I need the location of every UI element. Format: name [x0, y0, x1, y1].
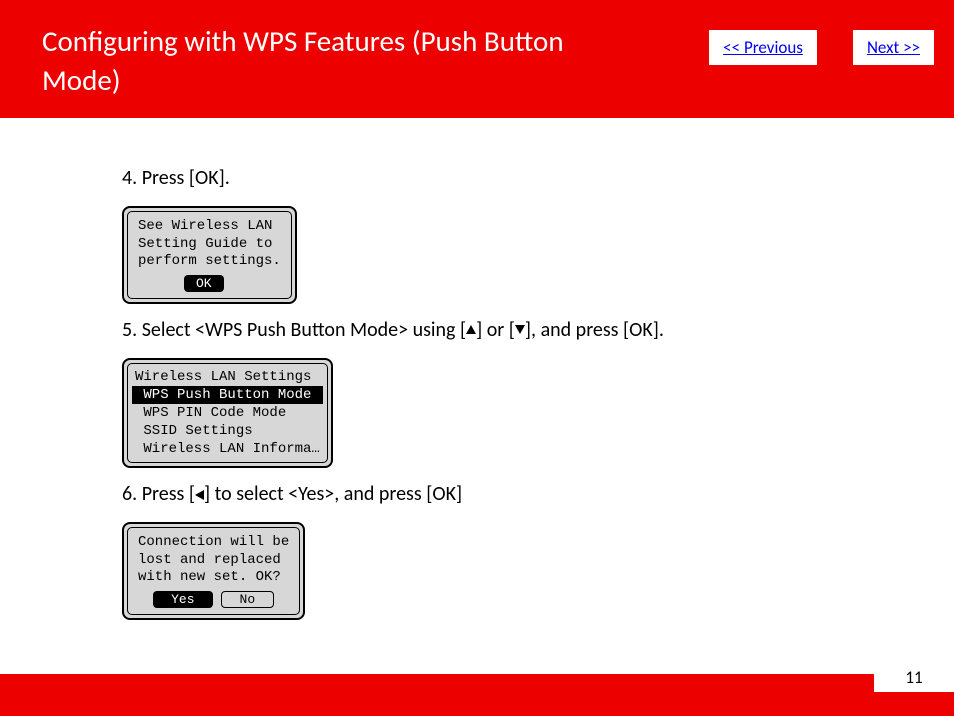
step-5-part-a: 5. Select <WPS Push Button Mode> using [	[122, 318, 466, 342]
lcd1-ok-button: OK	[184, 275, 224, 292]
triangle-up-icon	[466, 325, 476, 334]
page-number: 11	[874, 662, 954, 692]
step-5-part-b: ] or [	[476, 318, 515, 342]
lcd3-line3: with new set. OK?	[138, 569, 289, 587]
lcd2-item4: SSID Settings	[132, 422, 323, 440]
step-6-part-b: ] to select <Yes>, and press [OK]	[204, 482, 462, 506]
lcd2-item3: WPS PIN Code Mode	[132, 404, 323, 422]
lcd3-yes-button: Yes	[153, 591, 212, 608]
lcd2-item1: Wireless LAN Settings	[132, 368, 323, 386]
page-header: Configuring with WPS Features (Push Butt…	[0, 0, 954, 118]
lcd1-line1: See Wireless LAN	[138, 218, 281, 236]
step-6-text: 6. Press [ ] to select <Yes>, and press […	[122, 482, 954, 506]
lcd2-item5: Wireless LAN Informa…	[132, 440, 323, 458]
step-5-text: 5. Select <WPS Push Button Mode> using […	[122, 318, 954, 342]
lcd2-item2-selected: WPS Push Button Mode	[132, 386, 323, 404]
lcd-screen-2: Wireless LAN Settings WPS Push Button Mo…	[122, 358, 333, 469]
triangle-left-icon	[195, 490, 204, 500]
lcd3-line2: lost and replaced	[138, 552, 289, 570]
step-4-text: 4. Press [OK].	[122, 166, 954, 190]
lcd-screen-3: Connection will be lost and replaced wit…	[122, 522, 305, 620]
lcd-screen-1: See Wireless LAN Setting Guide to perfor…	[122, 206, 297, 304]
page-title: Configuring with WPS Features (Push Butt…	[42, 22, 642, 100]
triangle-down-icon	[515, 325, 525, 334]
nav-buttons: << Previous Next >>	[709, 30, 934, 65]
lcd1-line2: Setting Guide to	[138, 236, 281, 254]
lcd3-line1: Connection will be	[138, 534, 289, 552]
lcd3-no-button: No	[221, 591, 275, 608]
content-area: 4. Press [OK]. See Wireless LAN Setting …	[0, 118, 954, 634]
step-5-part-c: ], and press [OK].	[525, 318, 664, 342]
step-6-part-a: 6. Press [	[122, 482, 195, 506]
lcd1-line3: perform settings.	[138, 253, 281, 271]
next-button[interactable]: Next >>	[853, 30, 934, 65]
footer-gap	[0, 662, 954, 674]
previous-button[interactable]: << Previous	[709, 30, 817, 65]
